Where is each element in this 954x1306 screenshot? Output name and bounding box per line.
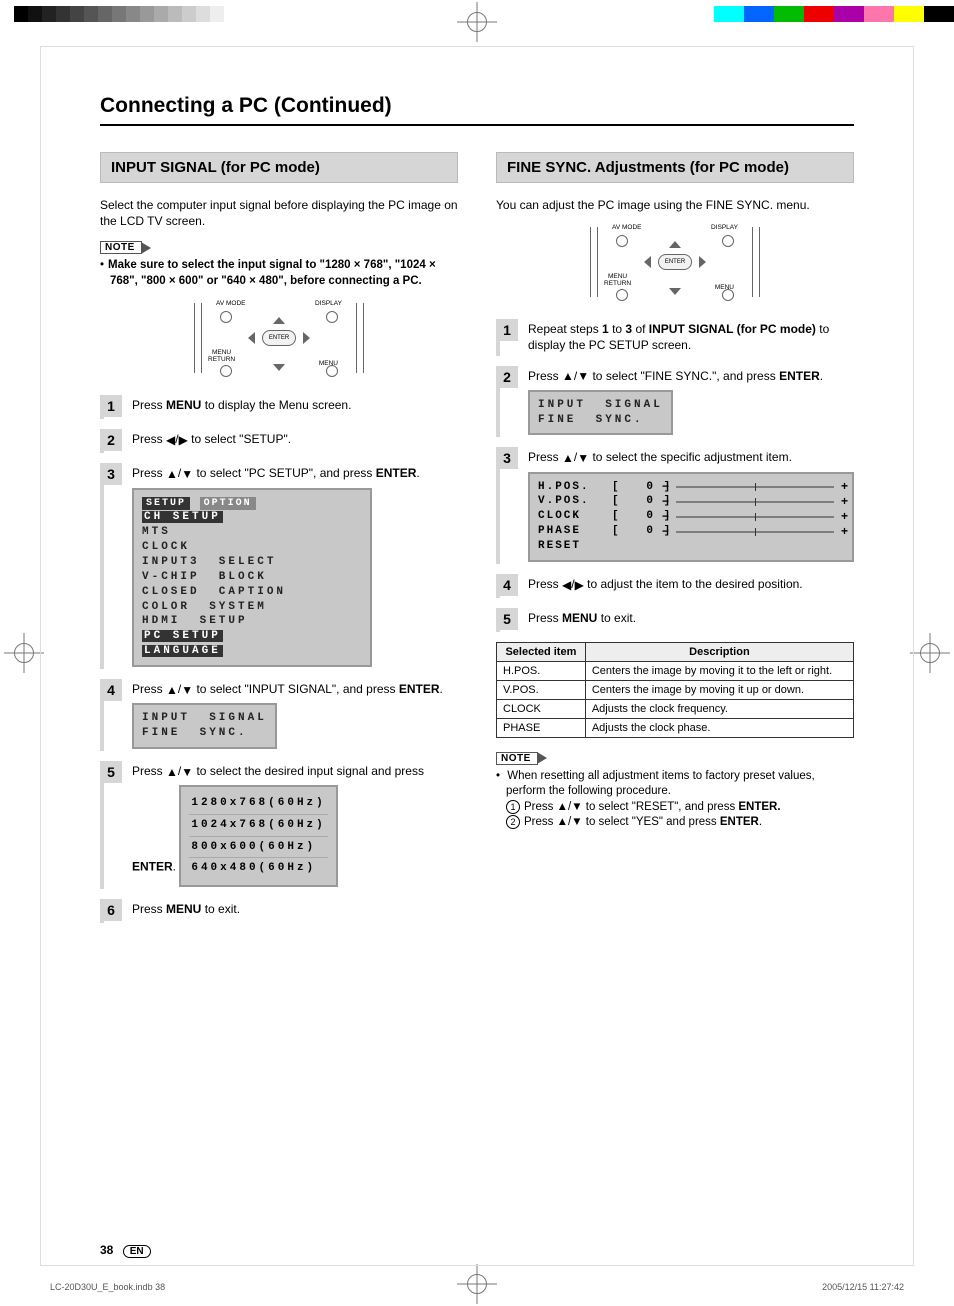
step-2: 2 Press ▲/▼ to select "FINE SYNC.", and … — [496, 366, 854, 438]
table-cell: CLOCK — [497, 699, 586, 718]
step-number: 1 — [100, 395, 122, 417]
table-cell: V.POS. — [497, 680, 586, 699]
step-number: 3 — [496, 447, 518, 469]
note-intro: When resetting all adjustment items to f… — [506, 770, 815, 798]
table-header: Selected item — [497, 642, 586, 661]
step-3: 3 Press ▲/▼ to select the specific adjus… — [496, 447, 854, 563]
step-2: 2 Press ◀/▶ to select "SETUP". — [100, 429, 458, 453]
osd-adjustment: H.POS.[ 0 ]−+ V.POS.[ 0 ]−+ CLOCK[ 0 ]−+… — [528, 472, 854, 562]
note-label: NOTE — [100, 241, 142, 254]
remote-button-menu — [326, 365, 338, 377]
color-bar — [714, 6, 954, 22]
osd-input-signal: INPUT SIGNAL FINE SYNC. — [132, 703, 277, 749]
left-column: INPUT SIGNAL (for PC mode) Select the co… — [100, 152, 458, 933]
step-number: 4 — [496, 574, 518, 596]
remote-label-avmode: AV MODE — [216, 301, 246, 308]
remote-button-display — [326, 311, 338, 323]
step-1: 1 Press MENU to display the Menu screen. — [100, 395, 458, 419]
remote-diagram: AV MODE DISPLAY MENU RETURN MENU ENTER — [590, 223, 760, 301]
table-cell: Adjusts the clock frequency. — [585, 699, 853, 718]
step-3: 3 Press ▲/▼ to select "PC SETUP", and pr… — [100, 463, 458, 668]
step-5: 5 Press ▲/▼ to select the desired input … — [100, 761, 458, 890]
note-list: When resetting all adjustment items to f… — [496, 769, 854, 831]
remote-button-enter: ENTER — [262, 330, 296, 346]
table-cell: Centers the image by moving it up or dow… — [585, 680, 853, 699]
remote-left-icon — [248, 332, 255, 344]
page-footer: 38 EN — [100, 1243, 151, 1258]
table-cell: PHASE — [497, 718, 586, 737]
step-1: 1 Repeat steps 1 to 3 of INPUT SIGNAL (f… — [496, 319, 854, 355]
grayscale-ramp — [0, 6, 224, 22]
table-cell: Centers the image by moving it to the le… — [585, 661, 853, 680]
step-number: 4 — [100, 679, 122, 701]
remote-button-menureturn — [220, 365, 232, 377]
remote-label-menureturn: MENU RETURN — [208, 350, 235, 363]
page-title: Connecting a PC (Continued) — [100, 94, 854, 126]
osd-setup-menu: SETUP OPTION CH SETUP MTS CLOCK INPUT3 S… — [132, 488, 372, 667]
crosshair-right-icon — [910, 633, 950, 673]
description-table: Selected itemDescription H.POS.Centers t… — [496, 642, 854, 738]
right-column: FINE SYNC. Adjustments (for PC mode) You… — [496, 152, 854, 933]
step-4: 4 Press ▲/▼ to select "INPUT SIGNAL", an… — [100, 679, 458, 751]
step-number: 2 — [100, 429, 122, 451]
resolution-item: 1024x768(60Hz) — [189, 815, 327, 837]
resolution-item: 800x600(60Hz) — [189, 837, 327, 859]
crosshair-top-icon — [457, 2, 497, 42]
table-cell: Adjusts the clock phase. — [585, 718, 853, 737]
slug-date: 2005/12/15 11:27:42 — [822, 1282, 904, 1292]
remote-diagram: AV MODE DISPLAY MENU RETURN MENU ENTER — [194, 299, 364, 377]
section-heading-fine-sync: FINE SYNC. Adjustments (for PC mode) — [496, 152, 854, 183]
osd-resolution-list: 1280x768(60Hz) 1024x768(60Hz) 800x600(60… — [179, 785, 337, 887]
section-heading-input-signal: INPUT SIGNAL (for PC mode) — [100, 152, 458, 183]
remote-label-display: DISPLAY — [315, 301, 342, 308]
step-number: 3 — [100, 463, 122, 485]
table-header: Description — [585, 642, 853, 661]
osd-fine-sync: INPUT SIGNAL FINE SYNC. — [528, 390, 673, 436]
crosshair-left-icon — [4, 633, 44, 673]
slug-file: LC-20D30U_E_book.indb 38 — [50, 1282, 165, 1292]
language-badge: EN — [123, 1245, 151, 1258]
remote-right-icon — [303, 332, 310, 344]
note-list: Make sure to select the input signal to … — [100, 258, 458, 289]
step-4: 4 Press ◀/▶ to adjust the item to the de… — [496, 574, 854, 598]
step-number: 5 — [100, 761, 122, 783]
intro-text: You can adjust the PC image using the FI… — [496, 197, 854, 213]
table-cell: H.POS. — [497, 661, 586, 680]
step-number: 6 — [100, 899, 122, 921]
slugline: LC-20D30U_E_book.indb 38 2005/12/15 11:2… — [50, 1282, 904, 1292]
remote-down-icon — [273, 364, 285, 371]
resolution-item: 1280x768(60Hz) — [189, 793, 327, 815]
intro-text: Select the computer input signal before … — [100, 197, 458, 229]
remote-up-icon — [273, 317, 285, 324]
step-number: 5 — [496, 608, 518, 630]
step-number: 1 — [496, 319, 518, 341]
step-5: 5 Press MENU to exit. — [496, 608, 854, 632]
step-6: 6 Press MENU to exit. — [100, 899, 458, 923]
circled-2-icon: 2 — [506, 815, 520, 829]
note-bullet: Make sure to select the input signal to … — [108, 259, 436, 287]
circled-1-icon: 1 — [506, 800, 520, 814]
remote-button-avmode — [220, 311, 232, 323]
note-label: NOTE — [496, 752, 538, 765]
step-number: 2 — [496, 366, 518, 388]
page-number: 38 — [100, 1243, 113, 1257]
resolution-item: 640x480(60Hz) — [189, 858, 327, 879]
